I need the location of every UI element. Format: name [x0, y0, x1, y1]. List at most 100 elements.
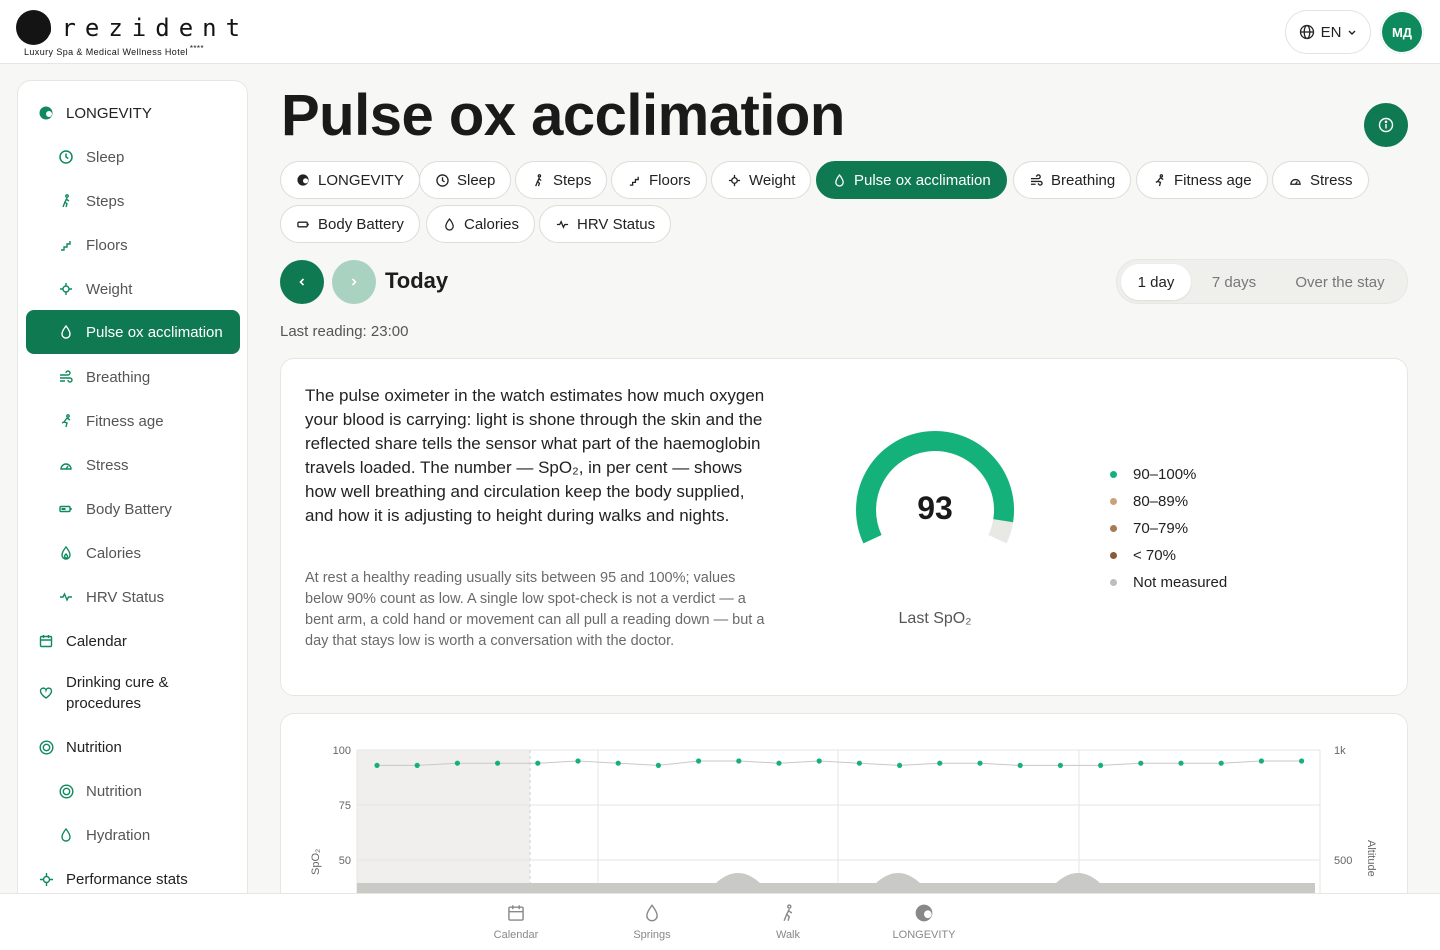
chip-pulse-ox[interactable]: Pulse ox acclimation [816, 161, 1007, 199]
range-over-the-stay[interactable]: Over the stay [1277, 264, 1403, 300]
battery-icon [58, 501, 74, 517]
previous-day-button[interactable] [280, 260, 324, 304]
y-tick-label: 100 [333, 745, 351, 757]
chip-steps[interactable]: Steps [515, 161, 608, 199]
sidebar-item-longevity[interactable]: LONGEVITY [38, 91, 238, 135]
chip-stress[interactable]: Stress [1272, 161, 1369, 199]
sidebar-item-steps[interactable]: Steps [58, 179, 238, 223]
y-axis-title: SpO₂ [310, 849, 322, 875]
chip-weight[interactable]: Weight [711, 161, 812, 199]
spo2-point [816, 758, 822, 764]
gauge-value: 93 [917, 490, 953, 526]
sidebar-item-hydration[interactable]: Hydration [58, 813, 238, 857]
spo2-point [1258, 758, 1264, 764]
sidebar-item-breathing[interactable]: Breathing [58, 355, 238, 399]
sidebar-item-body-battery[interactable]: Body Battery [58, 487, 238, 531]
wind-icon [1029, 173, 1043, 187]
brand-tagline: Luxury Spa & Medical Wellness Hotel **** [24, 44, 204, 57]
chip-body-battery[interactable]: Body Battery [280, 205, 420, 243]
spo2-point [655, 762, 661, 768]
spo2-chart: 100 75 50 1k 500 SpO₂ Altitude [310, 745, 1377, 893]
range-7-days[interactable]: 7 days [1199, 264, 1269, 300]
drop-icon [602, 904, 702, 924]
note-text: At rest a healthy reading usually sits b… [305, 570, 765, 649]
chip-floors[interactable]: Floors [611, 161, 707, 199]
pulse-icon [555, 217, 569, 231]
gauge-label: Last SpO₂ [898, 610, 972, 627]
running-icon [58, 413, 74, 429]
range-1-day[interactable]: 1 day [1121, 264, 1191, 300]
legend-dot [1110, 497, 1117, 505]
globe-icon [1299, 24, 1315, 40]
altitude-hill [716, 873, 760, 883]
altitude-area [357, 883, 1315, 893]
pulse-icon [58, 589, 74, 605]
legend-dot [1110, 524, 1117, 532]
sidebar-item-fitness-age[interactable]: Fitness age [58, 399, 238, 443]
legend-item: 90–100% [1110, 464, 1196, 484]
drop-icon [832, 173, 846, 187]
sidebar-item-drinking-cure[interactable]: Drinking cure & procedures [38, 669, 238, 717]
spo2-point [1299, 758, 1305, 764]
sidebar-item-hrv-status[interactable]: HRV Status [58, 575, 238, 619]
bottom-nav-longevity[interactable]: LONGEVITY [874, 904, 974, 941]
top-bar: prezident Luxury Spa & Medical Wellness … [0, 0, 1440, 64]
day-label: Today [385, 268, 449, 293]
legend-dot [1110, 578, 1117, 586]
sidebar-item-calendar[interactable]: Calendar [38, 619, 238, 663]
sidebar-item-nutrition[interactable]: Nutrition [58, 769, 238, 813]
spo2-point [374, 762, 380, 768]
sidebar-item-sleep[interactable]: Sleep [58, 135, 238, 179]
chip-calories[interactable]: Calories [426, 205, 536, 243]
legend-item: Not measured [1110, 572, 1227, 592]
legend-item: < 70% [1110, 545, 1176, 565]
altitude-hill [1056, 873, 1100, 883]
spo2-point [1098, 762, 1104, 768]
stairs-icon [58, 237, 74, 253]
target-icon [58, 783, 74, 799]
wind-icon [58, 369, 74, 385]
chip-longevity[interactable]: LONGEVITY [280, 161, 420, 199]
chip-sleep[interactable]: Sleep [419, 161, 512, 199]
sidebar-item-pulse-ox[interactable]: Pulse ox acclimation [26, 310, 240, 354]
sidebar-item-floors[interactable]: Floors [58, 223, 238, 267]
avatar[interactable]: МД [1380, 10, 1424, 54]
range-selector: 1 day 7 days Over the stay [1116, 259, 1408, 304]
sidebar-item-stress[interactable]: Stress [58, 443, 238, 487]
walking-icon [58, 193, 74, 209]
flame-icon [58, 545, 74, 561]
info-button[interactable] [1364, 103, 1408, 147]
sidebar-item-calories[interactable]: Calories [58, 531, 238, 575]
walking-icon [531, 173, 545, 187]
chip-breathing[interactable]: Breathing [1013, 161, 1132, 199]
longevity-icon [38, 105, 54, 121]
bottom-nav-walk[interactable]: Walk [738, 904, 838, 941]
brand-logo[interactable]: prezident Luxury Spa & Medical Wellness … [16, 8, 240, 58]
bottom-nav-springs[interactable]: Springs [602, 904, 702, 941]
weight-icon [727, 173, 741, 187]
spo2-point [736, 758, 742, 764]
chip-fitness-age[interactable]: Fitness age [1136, 161, 1268, 199]
sidebar-item-weight[interactable]: Weight [58, 267, 238, 311]
crosshair-icon [38, 871, 54, 887]
chip-hrv-status[interactable]: HRV Status [539, 205, 672, 243]
chevron-down-icon [1347, 27, 1357, 37]
next-day-button[interactable] [332, 260, 376, 304]
chevron-right-icon [349, 277, 359, 287]
language-selector[interactable]: EN [1285, 10, 1371, 54]
gauge-icon [1288, 173, 1302, 187]
calendar-icon [38, 633, 54, 649]
spo2-point [615, 760, 621, 766]
walking-icon [738, 904, 838, 924]
brand-name: prezident [38, 14, 250, 42]
calendar-icon [466, 904, 566, 924]
spo2-point [1138, 760, 1144, 766]
page-title: Pulse ox acclimation [281, 83, 845, 148]
running-icon [1152, 173, 1166, 187]
bottom-nav-calendar[interactable]: Calendar [466, 904, 566, 941]
sidebar-item-nutrition-group[interactable]: Nutrition [38, 725, 238, 769]
longevity-icon [874, 904, 974, 924]
spo2-point [535, 760, 541, 766]
weight-icon [58, 281, 74, 297]
y-tick-label: 50 [339, 855, 351, 867]
